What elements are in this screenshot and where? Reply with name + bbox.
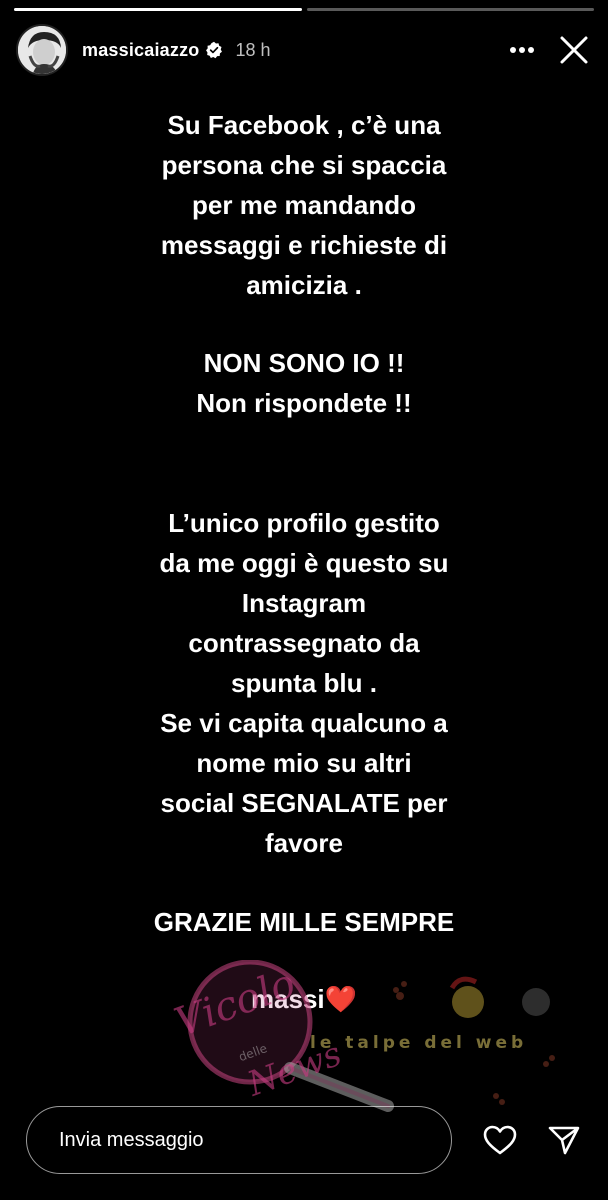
story-paragraph-4: GRAZIE MILLE SEMPRE [0, 902, 608, 942]
send-icon [548, 1126, 580, 1155]
message-composer [26, 1106, 588, 1174]
story-text-line: NON SONO IO !! [203, 348, 405, 378]
story-text-line: Su Facebook , c’è una [167, 110, 441, 140]
story-text-line: Se vi capita qualcuno a [160, 708, 448, 738]
story-text-line: Non rispondete !! [196, 388, 412, 418]
story-text-line: contrassegnato da [188, 628, 420, 658]
story-text-line: persona che si spaccia [161, 150, 447, 180]
story-text-line: da me oggi è questo su [159, 548, 449, 578]
svg-text:le talpe del web: le talpe del web [310, 1033, 527, 1053]
story-text-line: spunta blu . [231, 668, 377, 698]
story-text-line: amicizia . [246, 270, 362, 300]
message-input[interactable] [26, 1106, 452, 1174]
watermark-le-talpe-del-web: le talpe del web [300, 960, 570, 1110]
heart-icon [483, 1125, 517, 1155]
story-text-line: favore [264, 828, 344, 858]
send-button[interactable] [544, 1120, 584, 1160]
story-text-line: nome mio su altri [196, 748, 412, 778]
story-content[interactable]: Su Facebook , c’è una persona che si spa… [0, 0, 608, 1112]
story-paragraph-2: NON SONO IO !! Non rispondete !! [0, 343, 608, 423]
story-text-line: Instagram [241, 588, 367, 618]
story-paragraph-1: Su Facebook , c’è una persona che si spa… [0, 105, 608, 305]
story-text-line: social SEGNALATE per [160, 788, 448, 818]
story-text-line: GRAZIE MILLE SEMPRE [153, 907, 455, 937]
like-button[interactable] [480, 1120, 520, 1160]
story-text-line: per me mandando [192, 190, 416, 220]
story-text-line: L’unico profilo gestito [168, 508, 440, 538]
story-paragraph-3: L’unico profilo gestito da me oggi è que… [0, 503, 608, 863]
story-text-line: messaggi e richieste di [160, 230, 448, 260]
